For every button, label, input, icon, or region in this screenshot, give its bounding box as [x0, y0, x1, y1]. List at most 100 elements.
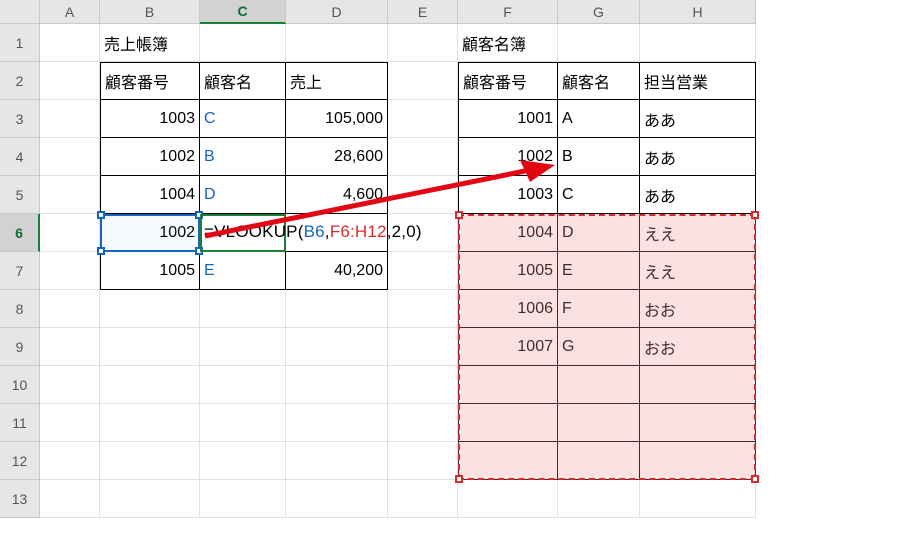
- cell-B12[interactable]: [100, 442, 200, 480]
- cell-D12[interactable]: [286, 442, 388, 480]
- cell-C8[interactable]: [200, 290, 286, 328]
- cell-G13[interactable]: [558, 480, 640, 518]
- cell-E3[interactable]: [388, 100, 458, 138]
- cell-B9[interactable]: [100, 328, 200, 366]
- cell-H4[interactable]: ああ: [640, 138, 756, 176]
- cell-F1[interactable]: 顧客名簿: [458, 24, 558, 62]
- cell-C7[interactable]: E: [200, 252, 286, 290]
- cell-E4[interactable]: [388, 138, 458, 176]
- cell-H8[interactable]: おお: [640, 290, 756, 328]
- cell-F5[interactable]: 1003: [458, 176, 558, 214]
- cell-A9[interactable]: [40, 328, 100, 366]
- cell-C12[interactable]: [200, 442, 286, 480]
- cell-H3[interactable]: ああ: [640, 100, 756, 138]
- row-header-13[interactable]: 13: [0, 480, 40, 518]
- cell-D1[interactable]: [286, 24, 388, 62]
- cell-A8[interactable]: [40, 290, 100, 328]
- cell-E9[interactable]: [388, 328, 458, 366]
- col-header-G[interactable]: G: [558, 0, 640, 24]
- cell-G1[interactable]: [558, 24, 640, 62]
- row-header-9[interactable]: 9: [0, 328, 40, 366]
- cell-E11[interactable]: [388, 404, 458, 442]
- cell-C3[interactable]: C: [200, 100, 286, 138]
- cell-E7[interactable]: [388, 252, 458, 290]
- cell-E5[interactable]: [388, 176, 458, 214]
- cell-D6[interactable]: [286, 214, 388, 252]
- cell-A13[interactable]: [40, 480, 100, 518]
- cell-B7[interactable]: 1005: [100, 252, 200, 290]
- row-header-11[interactable]: 11: [0, 404, 40, 442]
- cell-H13[interactable]: [640, 480, 756, 518]
- cell-E8[interactable]: [388, 290, 458, 328]
- cell-A5[interactable]: [40, 176, 100, 214]
- cell-F8[interactable]: 1006: [458, 290, 558, 328]
- row-header-8[interactable]: 8: [0, 290, 40, 328]
- cell-D4[interactable]: 28,600: [286, 138, 388, 176]
- cell-A10[interactable]: [40, 366, 100, 404]
- cell-D9[interactable]: [286, 328, 388, 366]
- cell-G2[interactable]: 顧客名: [558, 62, 640, 100]
- row-header-3[interactable]: 3: [0, 100, 40, 138]
- cell-A3[interactable]: [40, 100, 100, 138]
- cell-D8[interactable]: [286, 290, 388, 328]
- cell-E12[interactable]: [388, 442, 458, 480]
- cell-C11[interactable]: [200, 404, 286, 442]
- row-header-12[interactable]: 12: [0, 442, 40, 480]
- cell-C9[interactable]: [200, 328, 286, 366]
- select-all-corner[interactable]: [0, 0, 40, 24]
- cell-H11[interactable]: [640, 404, 756, 442]
- cell-E2[interactable]: [388, 62, 458, 100]
- cell-G8[interactable]: F: [558, 290, 640, 328]
- cell-E10[interactable]: [388, 366, 458, 404]
- col-header-C[interactable]: C: [200, 0, 286, 24]
- cell-G3[interactable]: A: [558, 100, 640, 138]
- cell-F13[interactable]: [458, 480, 558, 518]
- cell-G7[interactable]: E: [558, 252, 640, 290]
- cell-C6[interactable]: [200, 214, 286, 252]
- cell-B8[interactable]: [100, 290, 200, 328]
- col-header-H[interactable]: H: [640, 0, 756, 24]
- cell-G11[interactable]: [558, 404, 640, 442]
- cell-H6[interactable]: ええ: [640, 214, 756, 252]
- cell-B3[interactable]: 1003: [100, 100, 200, 138]
- cell-E1[interactable]: [388, 24, 458, 62]
- cell-A6[interactable]: [40, 214, 100, 252]
- cell-H10[interactable]: [640, 366, 756, 404]
- row-header-2[interactable]: 2: [0, 62, 40, 100]
- cell-D11[interactable]: [286, 404, 388, 442]
- cell-C13[interactable]: [200, 480, 286, 518]
- cell-A11[interactable]: [40, 404, 100, 442]
- cell-D13[interactable]: [286, 480, 388, 518]
- cell-F7[interactable]: 1005: [458, 252, 558, 290]
- cell-F2[interactable]: 顧客番号: [458, 62, 558, 100]
- cell-D2[interactable]: 売上: [286, 62, 388, 100]
- cell-A4[interactable]: [40, 138, 100, 176]
- cell-G9[interactable]: G: [558, 328, 640, 366]
- cell-F12[interactable]: [458, 442, 558, 480]
- cell-C4[interactable]: B: [200, 138, 286, 176]
- cell-E13[interactable]: [388, 480, 458, 518]
- cell-A7[interactable]: [40, 252, 100, 290]
- row-header-5[interactable]: 5: [0, 176, 40, 214]
- cell-B2[interactable]: 顧客番号: [100, 62, 200, 100]
- cell-H5[interactable]: ああ: [640, 176, 756, 214]
- col-header-D[interactable]: D: [286, 0, 388, 24]
- row-header-1[interactable]: 1: [0, 24, 40, 62]
- cell-B11[interactable]: [100, 404, 200, 442]
- cell-G6[interactable]: D: [558, 214, 640, 252]
- cell-G12[interactable]: [558, 442, 640, 480]
- cell-D5[interactable]: 4,600: [286, 176, 388, 214]
- cell-D10[interactable]: [286, 366, 388, 404]
- cell-H7[interactable]: ええ: [640, 252, 756, 290]
- cell-H1[interactable]: [640, 24, 756, 62]
- cell-D7[interactable]: 40,200: [286, 252, 388, 290]
- cell-F10[interactable]: [458, 366, 558, 404]
- cell-H9[interactable]: おお: [640, 328, 756, 366]
- row-header-4[interactable]: 4: [0, 138, 40, 176]
- cell-A1[interactable]: [40, 24, 100, 62]
- cell-B1[interactable]: 売上帳簿: [100, 24, 200, 62]
- cell-B10[interactable]: [100, 366, 200, 404]
- cell-C5[interactable]: D: [200, 176, 286, 214]
- cell-G5[interactable]: C: [558, 176, 640, 214]
- cell-B6[interactable]: 1002: [100, 214, 200, 252]
